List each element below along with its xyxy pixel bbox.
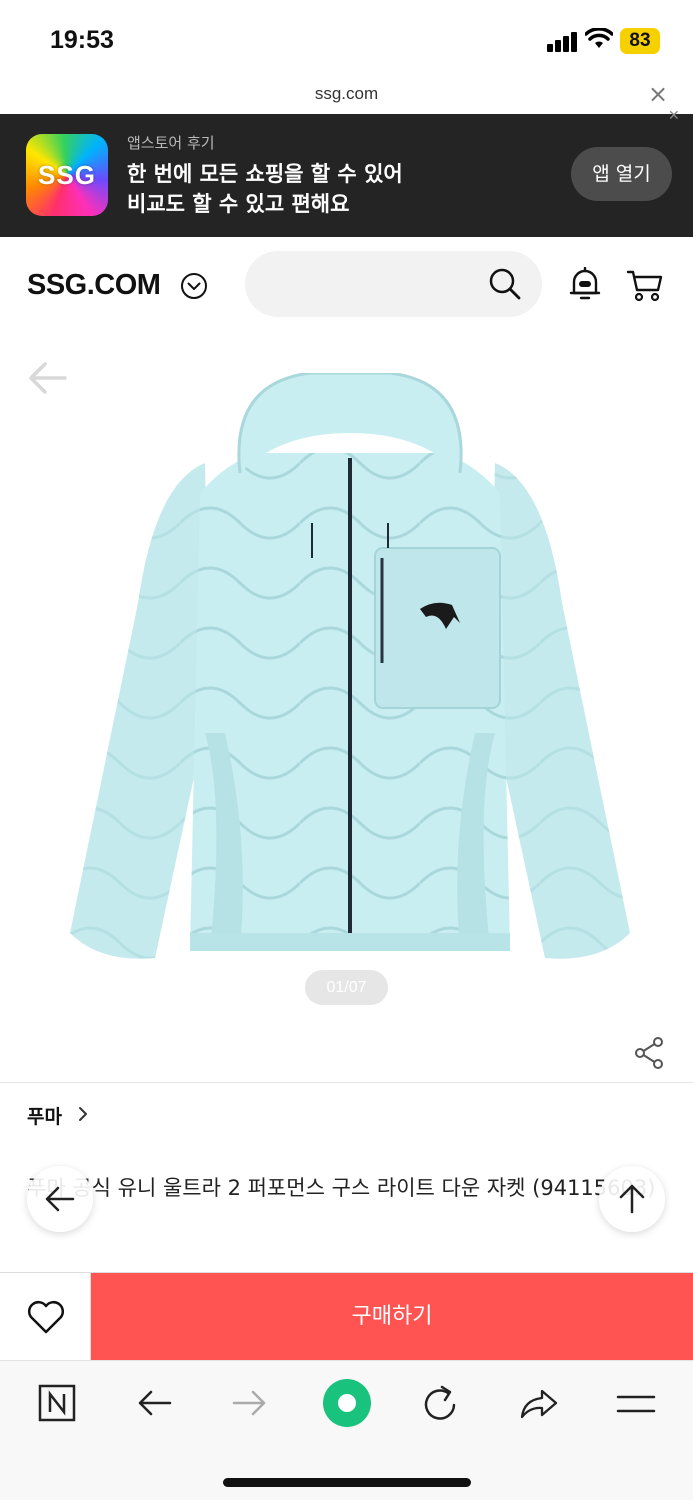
ssg-app-logo: SSG — [26, 134, 108, 216]
cart-icon[interactable] — [626, 267, 664, 303]
status-time: 19:53 — [50, 26, 114, 54]
site-header: SSG.COM — [0, 237, 693, 333]
wishlist-button[interactable] — [0, 1273, 91, 1361]
url-domain[interactable]: ssg.com — [0, 84, 693, 104]
app-install-banner: SSG 앱스토어 후기 한 번에 모든 쇼핑을 할 수 있어 비교도 할 수 있… — [0, 108, 693, 237]
browser-toolbar — [0, 1360, 693, 1500]
url-bar[interactable]: ssg.com × — [0, 80, 693, 114]
scroll-top-button[interactable] — [599, 1166, 665, 1232]
section-divider — [0, 1082, 693, 1083]
browser-forward-icon[interactable] — [228, 1383, 272, 1427]
alarm-bell-icon[interactable] — [568, 267, 602, 303]
arrow-left-icon[interactable] — [27, 1166, 93, 1232]
brand-link[interactable]: 푸마 — [27, 1102, 62, 1129]
banner-headline-2: 비교도 할 수 있고 편해요 — [127, 192, 350, 216]
wifi-icon — [585, 28, 613, 48]
menu-icon[interactable] — [614, 1383, 658, 1427]
buy-button[interactable]: 구매하기 — [91, 1273, 693, 1361]
purchase-bar: 구매하기 — [0, 1272, 693, 1361]
status-bar: 19:53 83 — [0, 0, 693, 80]
product-title: 푸마 공식 유니 울트라 2 퍼포먼스 구스 라이트 다운 자켓 (941156… — [27, 1176, 656, 1200]
share-icon[interactable] — [633, 1036, 665, 1070]
banner-subtitle: 앱스토어 후기 — [127, 134, 215, 152]
heart-icon[interactable] — [26, 1299, 66, 1335]
cellular-signal-icon — [547, 30, 579, 52]
refresh-icon[interactable] — [420, 1383, 464, 1427]
battery-indicator: 83 — [620, 28, 660, 54]
product-jacket-image — [70, 373, 630, 959]
product-image-carousel[interactable]: 01/07 — [0, 333, 693, 1033]
site-logo[interactable]: SSG.COM — [27, 269, 161, 302]
open-app-button[interactable]: 앱 열기 — [571, 147, 672, 201]
browser-back-icon[interactable] — [132, 1383, 176, 1427]
naver-icon[interactable] — [37, 1383, 81, 1427]
banner-close-icon[interactable]: ✕ — [668, 108, 680, 124]
home-indicator — [223, 1478, 471, 1487]
banner-headline-1: 한 번에 모든 쇼핑을 할 수 있어 — [127, 162, 403, 186]
search-icon[interactable] — [488, 267, 522, 301]
arrow-up-icon[interactable] — [599, 1166, 665, 1232]
chevron-right-icon[interactable] — [76, 1104, 90, 1124]
floating-back-button[interactable] — [27, 1166, 93, 1232]
green-dot-icon[interactable] — [321, 1377, 373, 1429]
image-counter: 01/07 — [305, 970, 388, 1005]
close-icon[interactable]: × — [648, 80, 668, 108]
share-arrow-icon[interactable] — [518, 1383, 562, 1427]
chevron-down-icon[interactable] — [180, 272, 208, 300]
